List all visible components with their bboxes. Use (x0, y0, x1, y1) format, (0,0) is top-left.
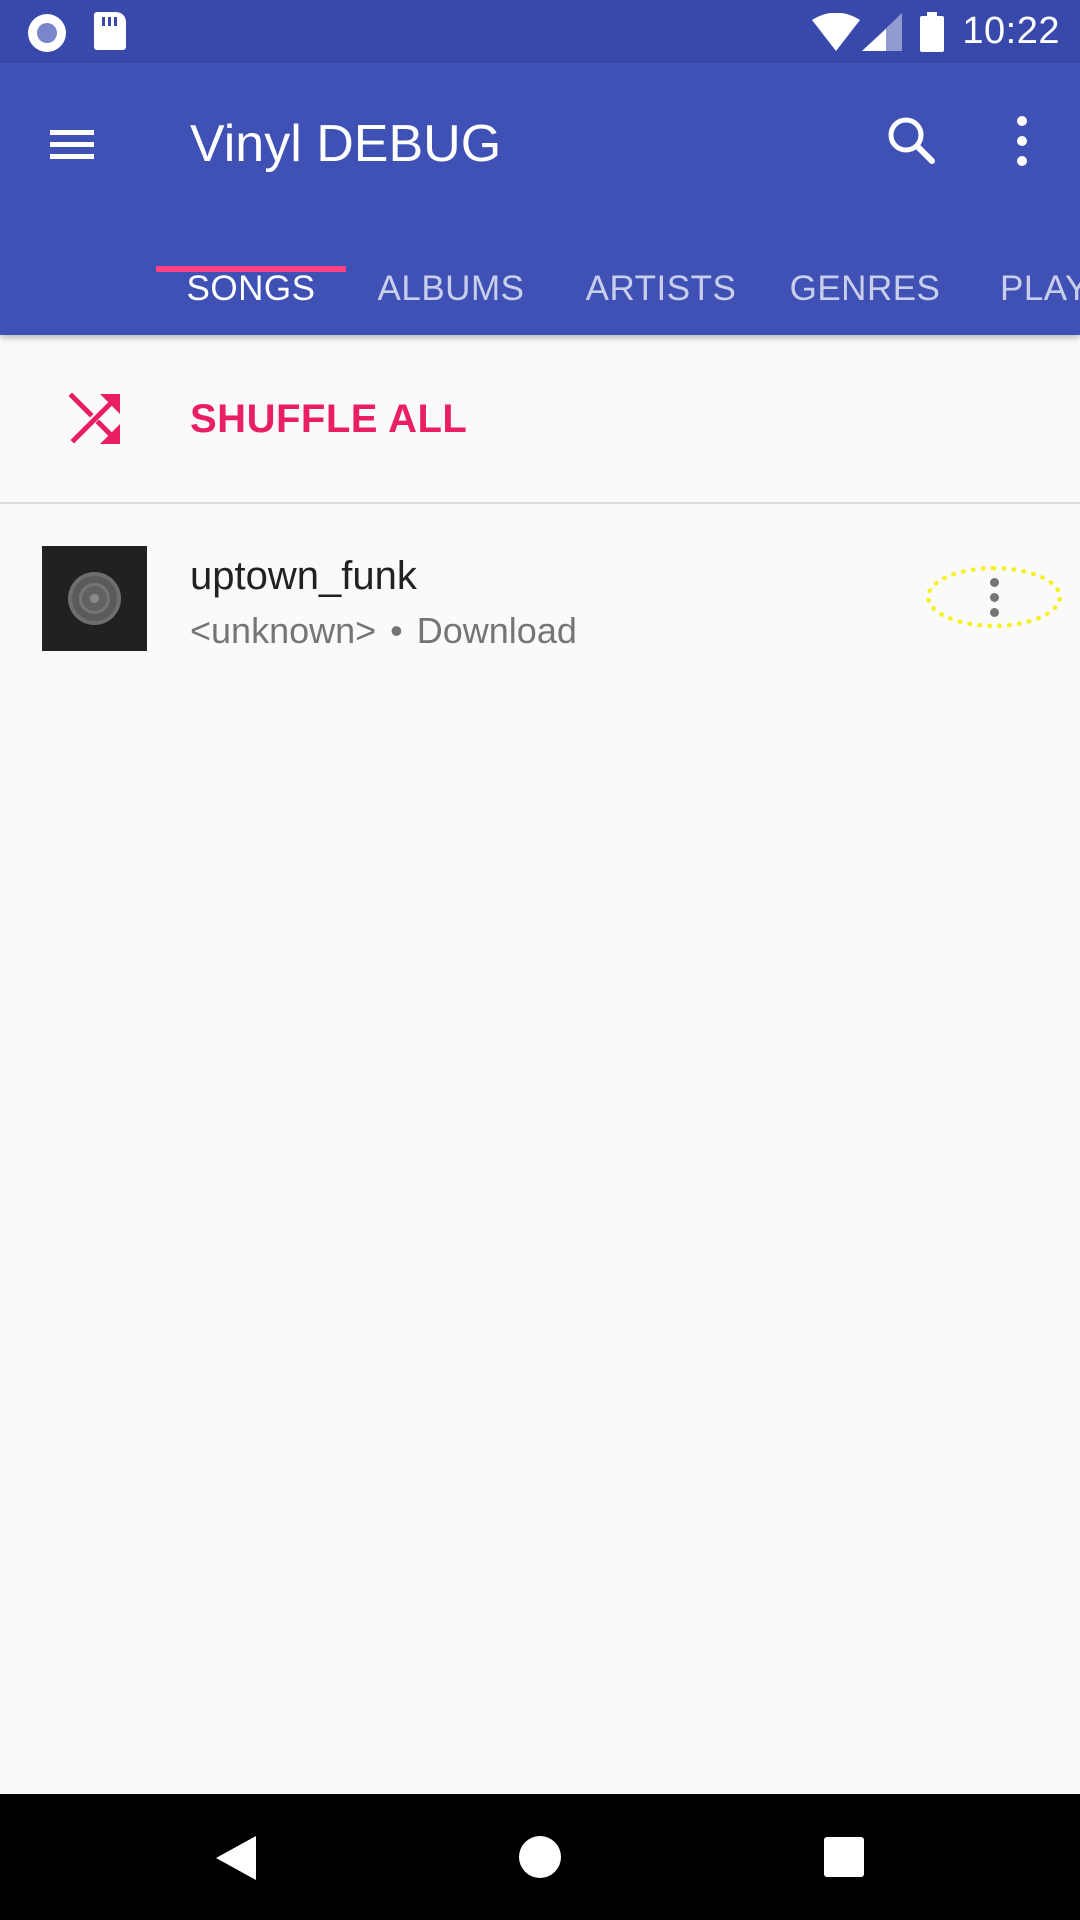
signal-icon (862, 12, 903, 51)
song-artist: <unknown> (190, 610, 377, 651)
list-item[interactable]: uptown_funk <unknown> • Download (0, 504, 1080, 694)
menu-icon[interactable] (44, 117, 100, 173)
tab-playlists[interactable]: PLAYLISTS (1000, 243, 1080, 335)
song-album: Download (416, 610, 577, 651)
song-subtitle: <unknown> • Download (190, 606, 577, 656)
battery-icon (920, 11, 945, 52)
tab-songs[interactable]: SONGS (156, 243, 346, 335)
more-vert-icon[interactable] (990, 109, 1054, 173)
search-icon[interactable] (880, 109, 944, 173)
separator-dot: • (390, 610, 403, 651)
song-more-button[interactable] (926, 566, 1066, 632)
song-title: uptown_funk (190, 554, 417, 598)
app-bar: Vinyl DEBUG SONGS ALBUMS ARTISTS GENRES … (0, 63, 1080, 335)
tab-indicator (156, 266, 346, 272)
home-icon[interactable] (519, 1836, 561, 1878)
sd-card-icon (94, 12, 126, 50)
media-notification-icon (28, 14, 66, 52)
tab-albums[interactable]: ALBUMS (356, 243, 546, 335)
status-bar: 10:22 (0, 0, 1080, 63)
recents-icon[interactable] (824, 1837, 864, 1877)
back-icon[interactable] (216, 1836, 256, 1880)
album-art (42, 546, 147, 651)
shuffle-icon (68, 392, 120, 444)
shuffle-all-button[interactable]: SHUFFLE ALL (0, 335, 1080, 503)
more-vert-icon (990, 578, 1000, 618)
tab-bar: SONGS ALBUMS ARTISTS GENRES PLAYLISTS (0, 243, 1080, 335)
app-title: Vinyl DEBUG (190, 115, 502, 173)
shuffle-all-label: SHUFFLE ALL (190, 397, 468, 441)
status-icons: 10:22 (812, 0, 1060, 63)
navigation-bar (0, 1794, 1080, 1920)
wifi-icon (812, 12, 861, 51)
status-clock: 10:22 (962, 10, 1060, 52)
tab-artists[interactable]: ARTISTS (566, 243, 756, 335)
tab-genres[interactable]: GENRES (770, 243, 960, 335)
vinyl-disc-icon (68, 572, 121, 625)
